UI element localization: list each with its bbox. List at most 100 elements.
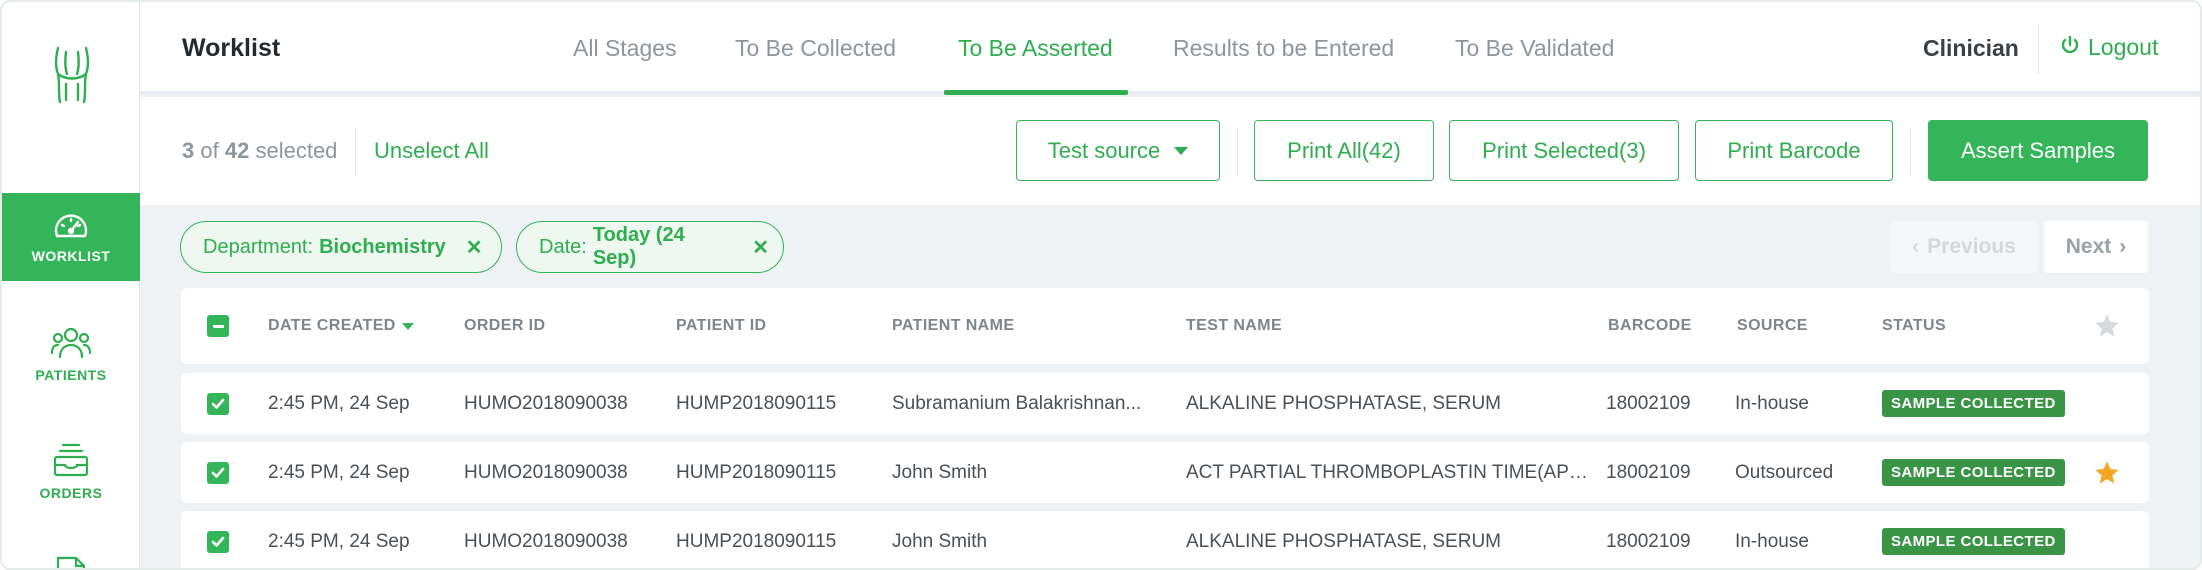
next-label: Next — [2065, 235, 2112, 258]
dashboard-gauge-icon — [53, 210, 89, 240]
patients-group-icon — [51, 325, 91, 359]
cell-order-id: HUMO2018090038 — [464, 461, 628, 483]
cell-status: SAMPLE COLLECTED — [1882, 373, 2065, 434]
app-frame: WORKLIST PATIENTS ORDERS Worklist All St… — [0, 0, 2202, 570]
close-icon[interactable]: ✕ — [752, 235, 769, 260]
user-role: Clinician — [1923, 35, 2019, 61]
tab-all-stages[interactable]: All Stages — [573, 35, 677, 62]
filter-value: Biochemistry — [319, 235, 446, 258]
document-icon[interactable] — [54, 554, 88, 568]
print-all-button[interactable]: Print All(42) — [1254, 120, 1434, 181]
status-badge: SAMPLE COLLECTED — [1882, 390, 2065, 417]
cell-barcode: 18002109 — [1606, 461, 1691, 483]
table-row[interactable]: 2:45 PM, 24 Sep HUMO2018090038 HUMP20180… — [181, 373, 2149, 434]
top-header: Worklist All Stages To Be Collected To B… — [140, 2, 2200, 95]
selection-count: 3 of 42 selected — [182, 138, 337, 164]
cell-test-name: ALKALINE PHOSPHATASE, SERUM — [1186, 530, 1501, 552]
status-badge: SAMPLE COLLECTED — [1882, 459, 2065, 486]
chevron-right-icon: › — [2119, 235, 2127, 258]
checkmark-icon — [211, 398, 225, 409]
test-source-dropdown[interactable]: Test source — [1016, 120, 1220, 181]
tab-to-be-validated[interactable]: To Be Validated — [1455, 35, 1614, 62]
page-title: Worklist — [182, 34, 281, 62]
sidebar-item-orders[interactable]: ORDERS — [2, 432, 140, 512]
selection-toolbar: 3 of 42 selected Unselect All Test sourc… — [140, 97, 2200, 205]
cell-patient-id: HUMP2018090115 — [676, 461, 837, 483]
sidebar-item-label: ORDERS — [39, 485, 103, 501]
tab-to-be-collected[interactable]: To Be Collected — [735, 35, 896, 62]
cell-source: In-house — [1735, 392, 1809, 414]
sidebar: WORKLIST PATIENTS ORDERS — [2, 2, 140, 568]
toolbar-divider — [1237, 129, 1238, 175]
cell-patient-name: Subramanium Balakrishnan... — [892, 392, 1142, 414]
print-barcode-button[interactable]: Print Barcode — [1695, 120, 1893, 181]
sidebar-item-worklist[interactable]: WORKLIST — [2, 193, 140, 281]
column-header-status: STATUS — [1882, 317, 1947, 334]
cell-order-id: HUMO2018090038 — [464, 392, 628, 414]
cell-status: SAMPLE COLLECTED — [1882, 511, 2065, 568]
row-checkbox[interactable] — [207, 392, 229, 415]
power-icon — [2060, 34, 2080, 61]
column-header-barcode: BARCODE — [1608, 317, 1692, 334]
app-logo-icon — [52, 44, 92, 106]
print-selected-button[interactable]: Print Selected(3) — [1449, 120, 1679, 181]
column-header-patient-id: PATIENT ID — [676, 317, 767, 334]
tab-results-to-be-entered[interactable]: Results to be Entered — [1173, 35, 1394, 62]
cell-date: 2:45 PM, 24 Sep — [268, 392, 410, 414]
status-badge: SAMPLE COLLECTED — [1882, 528, 2065, 555]
close-icon[interactable]: ✕ — [466, 235, 483, 260]
cell-source: Outsourced — [1735, 461, 1834, 483]
cell-status: SAMPLE COLLECTED — [1882, 442, 2065, 503]
toolbar-divider — [355, 129, 356, 175]
header-divider — [2038, 24, 2039, 74]
active-tab-indicator — [944, 90, 1128, 95]
cell-date: 2:45 PM, 24 Sep — [268, 530, 410, 552]
star-icon[interactable] — [2093, 288, 2121, 364]
star-filled-icon[interactable] — [2093, 442, 2121, 503]
cell-patient-name: John Smith — [892, 461, 988, 483]
row-checkbox[interactable] — [207, 530, 229, 553]
column-header-patient-name: PATIENT NAME — [892, 317, 1015, 334]
previous-page-button[interactable]: ‹ Previous — [1890, 221, 2038, 273]
assert-samples-button[interactable]: Assert Samples — [1928, 120, 2148, 181]
filter-chip-date[interactable]: Date: Today (24 Sep) ✕ — [516, 221, 784, 273]
cell-order-id: HUMO2018090038 — [464, 530, 628, 552]
cell-test-name: ALKALINE PHOSPHATASE, SERUM — [1186, 392, 1501, 414]
row-checkbox[interactable] — [207, 461, 229, 484]
column-header-date[interactable]: DATE CREATED — [268, 288, 414, 364]
column-header-test-name: TEST NAME — [1186, 317, 1283, 334]
table-row[interactable]: 2:45 PM, 24 Sep HUMO2018090038 HUMP20180… — [181, 511, 2149, 568]
cell-test-name: ACT PARTIAL THROMBOPLASTIN TIME(AP… — [1186, 461, 1588, 483]
selected-label: selected — [255, 138, 338, 163]
chevron-down-icon — [1174, 146, 1189, 155]
cell-barcode: 18002109 — [1606, 530, 1691, 552]
cell-patient-id: HUMP2018090115 — [676, 392, 837, 414]
cell-barcode: 18002109 — [1606, 392, 1691, 414]
filter-key: Date: — [539, 235, 587, 258]
column-header-label: DATE CREATED — [268, 317, 396, 334]
filter-chip-department[interactable]: Department: Biochemistry ✕ — [180, 221, 502, 273]
of-label: of — [200, 138, 219, 163]
cell-date: 2:45 PM, 24 Sep — [268, 461, 410, 483]
toolbar-divider — [1910, 129, 1911, 175]
cell-patient-id: HUMP2018090115 — [676, 530, 837, 552]
cell-patient-name: John Smith — [892, 530, 988, 552]
sidebar-item-label: PATIENTS — [35, 367, 107, 383]
tab-to-be-asserted[interactable]: To Be Asserted — [958, 35, 1113, 62]
orders-tray-icon — [52, 443, 90, 477]
checkmark-icon — [211, 467, 225, 478]
sidebar-item-patients[interactable]: PATIENTS — [2, 314, 140, 394]
unselect-all-link[interactable]: Unselect All — [374, 138, 489, 164]
cell-source: In-house — [1735, 530, 1809, 552]
selected-count: 3 — [182, 138, 195, 163]
sidebar-item-label: WORKLIST — [31, 248, 111, 264]
sort-desc-icon — [401, 322, 414, 330]
table-header: DATE CREATED ORDER ID PATIENT ID PATIENT… — [181, 288, 2149, 364]
table-row[interactable]: 2:45 PM, 24 Sep HUMO2018090038 HUMP20180… — [181, 442, 2149, 503]
select-all-checkbox[interactable] — [207, 315, 229, 337]
total-count: 42 — [224, 138, 250, 163]
next-page-button[interactable]: Next › — [2044, 221, 2148, 273]
filter-value: Today (24 Sep) — [592, 224, 685, 269]
logout-button[interactable]: Logout — [2060, 34, 2158, 61]
logout-label: Logout — [2088, 34, 2159, 60]
